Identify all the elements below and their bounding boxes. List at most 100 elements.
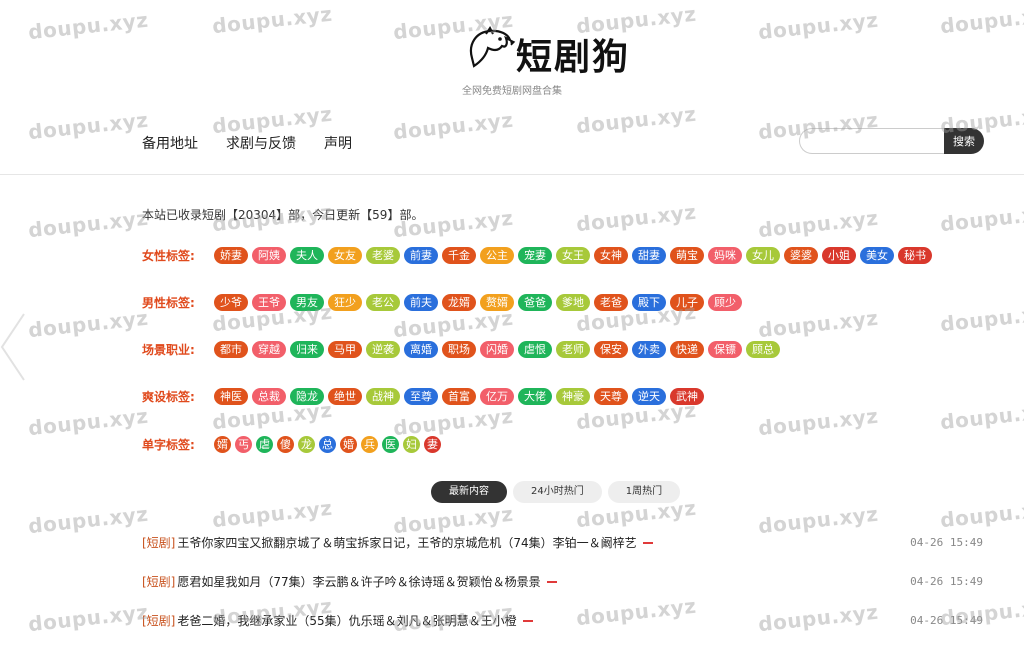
tag-chip[interactable]: 总裁: [252, 388, 286, 405]
tag-chip[interactable]: 阿姨: [252, 247, 286, 264]
tag-chip[interactable]: 婿: [214, 436, 231, 453]
tag-chip[interactable]: 女神: [594, 247, 628, 264]
tag-chip[interactable]: 顾总: [746, 341, 780, 358]
item-category[interactable]: [短剧]: [142, 573, 175, 590]
tag-chip[interactable]: 武神: [670, 388, 704, 405]
tag-chip[interactable]: 虐恨: [518, 341, 552, 358]
tag-chip[interactable]: 神豪: [556, 388, 590, 405]
tag-chip[interactable]: 马甲: [328, 341, 362, 358]
tag-chip[interactable]: 顾少: [708, 294, 742, 311]
tag-chip[interactable]: 医: [382, 436, 399, 453]
tag-chip[interactable]: 少爷: [214, 294, 248, 311]
tag-chip[interactable]: 婚: [340, 436, 357, 453]
nav-item-backup-address[interactable]: 备用地址: [142, 133, 198, 153]
site-logo[interactable]: 短剧狗: [466, 22, 666, 78]
nav-item-statement[interactable]: 声明: [324, 133, 352, 153]
tag-chip[interactable]: 闪婚: [480, 341, 514, 358]
watermark-text: doupu.xyz: [757, 403, 880, 441]
tag-chip[interactable]: 保镖: [708, 341, 742, 358]
tag-chip[interactable]: 萌宝: [670, 247, 704, 264]
tag-list: 都市 穿越 归来 马甲 逆袭 离婚 职场 闪婚 虐恨 老师 保安 外卖 快递 保镖 顾总: [214, 341, 780, 358]
tag-chip[interactable]: 妻: [424, 436, 441, 453]
tag-chip[interactable]: 老公: [366, 294, 400, 311]
tag-chip[interactable]: 小姐: [822, 247, 856, 264]
list-item[interactable]: [短剧] 老爸二婚，我继承家业（55集）仇乐瑶＆刘凡＆张明慧＆王小橙 04-26…: [142, 612, 983, 629]
tag-chip[interactable]: 爹地: [556, 294, 590, 311]
tag-chip[interactable]: 总: [319, 436, 336, 453]
tag-chip[interactable]: 前妻: [404, 247, 438, 264]
side-arrow-icon[interactable]: [0, 312, 28, 382]
tag-chip[interactable]: 夫人: [290, 247, 324, 264]
tag-chip[interactable]: 秘书: [898, 247, 932, 264]
tag-chip[interactable]: 甜妻: [632, 247, 666, 264]
tag-chip[interactable]: 千金: [442, 247, 476, 264]
watermark-text: doupu.xyz: [757, 7, 880, 45]
tag-chip[interactable]: 穿越: [252, 341, 286, 358]
watermark-text: doupu.xyz: [939, 397, 1024, 435]
tag-chip[interactable]: 隐龙: [290, 388, 324, 405]
tag-chip[interactable]: 龙婿: [442, 294, 476, 311]
tag-chip[interactable]: 老爸: [594, 294, 628, 311]
item-title[interactable]: 王爷你家四宝又掀翻京城了＆萌宝拆家日记，王爷的京城危机（74集）李铂一＆阚梓艺: [177, 534, 636, 551]
item-title[interactable]: 老爸二婚，我继承家业（55集）仇乐瑶＆刘凡＆张明慧＆王小橙: [177, 612, 516, 629]
tag-chip[interactable]: 虐: [256, 436, 273, 453]
tag-chip[interactable]: 至尊: [404, 388, 438, 405]
search-bar: 搜索: [799, 128, 984, 154]
tag-chip[interactable]: 宠妻: [518, 247, 552, 264]
tag-chip[interactable]: 保安: [594, 341, 628, 358]
tag-chip[interactable]: 女王: [556, 247, 590, 264]
watermark-text: doupu.xyz: [757, 501, 880, 539]
tag-chip[interactable]: 儿子: [670, 294, 704, 311]
tag-chip[interactable]: 傻: [277, 436, 294, 453]
new-marker: [546, 580, 557, 583]
tag-chip[interactable]: 前夫: [404, 294, 438, 311]
tab-latest[interactable]: 最新内容: [431, 481, 507, 503]
tag-chip[interactable]: 妇: [403, 436, 420, 453]
tag-chip[interactable]: 都市: [214, 341, 248, 358]
tag-chip[interactable]: 女儿: [746, 247, 780, 264]
search-button[interactable]: 搜索: [944, 128, 984, 154]
tag-chip[interactable]: 公主: [480, 247, 514, 264]
item-category[interactable]: [短剧]: [142, 534, 175, 551]
tag-chip[interactable]: 王爷: [252, 294, 286, 311]
tag-chip[interactable]: 战神: [366, 388, 400, 405]
list-item[interactable]: [短剧] 王爷你家四宝又掀翻京城了＆萌宝拆家日记，王爷的京城危机（74集）李铂一…: [142, 534, 983, 551]
nav-item-request-feedback[interactable]: 求剧与反馈: [226, 133, 296, 153]
watermark-text: doupu.xyz: [392, 403, 515, 441]
tag-chip[interactable]: 老婆: [366, 247, 400, 264]
tag-chip[interactable]: 兵: [361, 436, 378, 453]
tag-chip[interactable]: 绝世: [328, 388, 362, 405]
tag-chip[interactable]: 归来: [290, 341, 324, 358]
tag-chip[interactable]: 丐: [235, 436, 252, 453]
tag-chip[interactable]: 外卖: [632, 341, 666, 358]
tag-chip[interactable]: 逆袭: [366, 341, 400, 358]
tag-chip[interactable]: 婆婆: [784, 247, 818, 264]
tag-chip[interactable]: 大佬: [518, 388, 552, 405]
tag-chip[interactable]: 殿下: [632, 294, 666, 311]
tag-chip[interactable]: 爸爸: [518, 294, 552, 311]
tag-chip[interactable]: 老师: [556, 341, 590, 358]
tag-chip[interactable]: 美女: [860, 247, 894, 264]
tag-chip[interactable]: 天尊: [594, 388, 628, 405]
item-title[interactable]: 愿君如星我如月（77集）李云鹏＆许子吟＆徐诗瑶＆贺颖怡＆杨景景: [177, 573, 540, 590]
tag-chip[interactable]: 逆天: [632, 388, 666, 405]
tag-chip[interactable]: 快递: [670, 341, 704, 358]
header-divider: [0, 174, 1024, 175]
tab-week-hot[interactable]: 1周热门: [607, 481, 681, 503]
tag-chip[interactable]: 首富: [442, 388, 476, 405]
tag-chip[interactable]: 娇妻: [214, 247, 248, 264]
tag-chip[interactable]: 妈咪: [708, 247, 742, 264]
tag-chip[interactable]: 男友: [290, 294, 324, 311]
tag-chip[interactable]: 赘婿: [480, 294, 514, 311]
search-input[interactable]: [799, 128, 944, 154]
item-category[interactable]: [短剧]: [142, 612, 175, 629]
list-item[interactable]: [短剧] 愿君如星我如月（77集）李云鹏＆许子吟＆徐诗瑶＆贺颖怡＆杨景景 04-…: [142, 573, 983, 590]
tag-chip[interactable]: 狂少: [328, 294, 362, 311]
tag-chip[interactable]: 女友: [328, 247, 362, 264]
tag-chip[interactable]: 神医: [214, 388, 248, 405]
tab-24h-hot[interactable]: 24小时热门: [513, 481, 602, 503]
tag-chip[interactable]: 龙: [298, 436, 315, 453]
tag-chip[interactable]: 亿万: [480, 388, 514, 405]
tag-chip[interactable]: 离婚: [404, 341, 438, 358]
tag-chip[interactable]: 职场: [442, 341, 476, 358]
